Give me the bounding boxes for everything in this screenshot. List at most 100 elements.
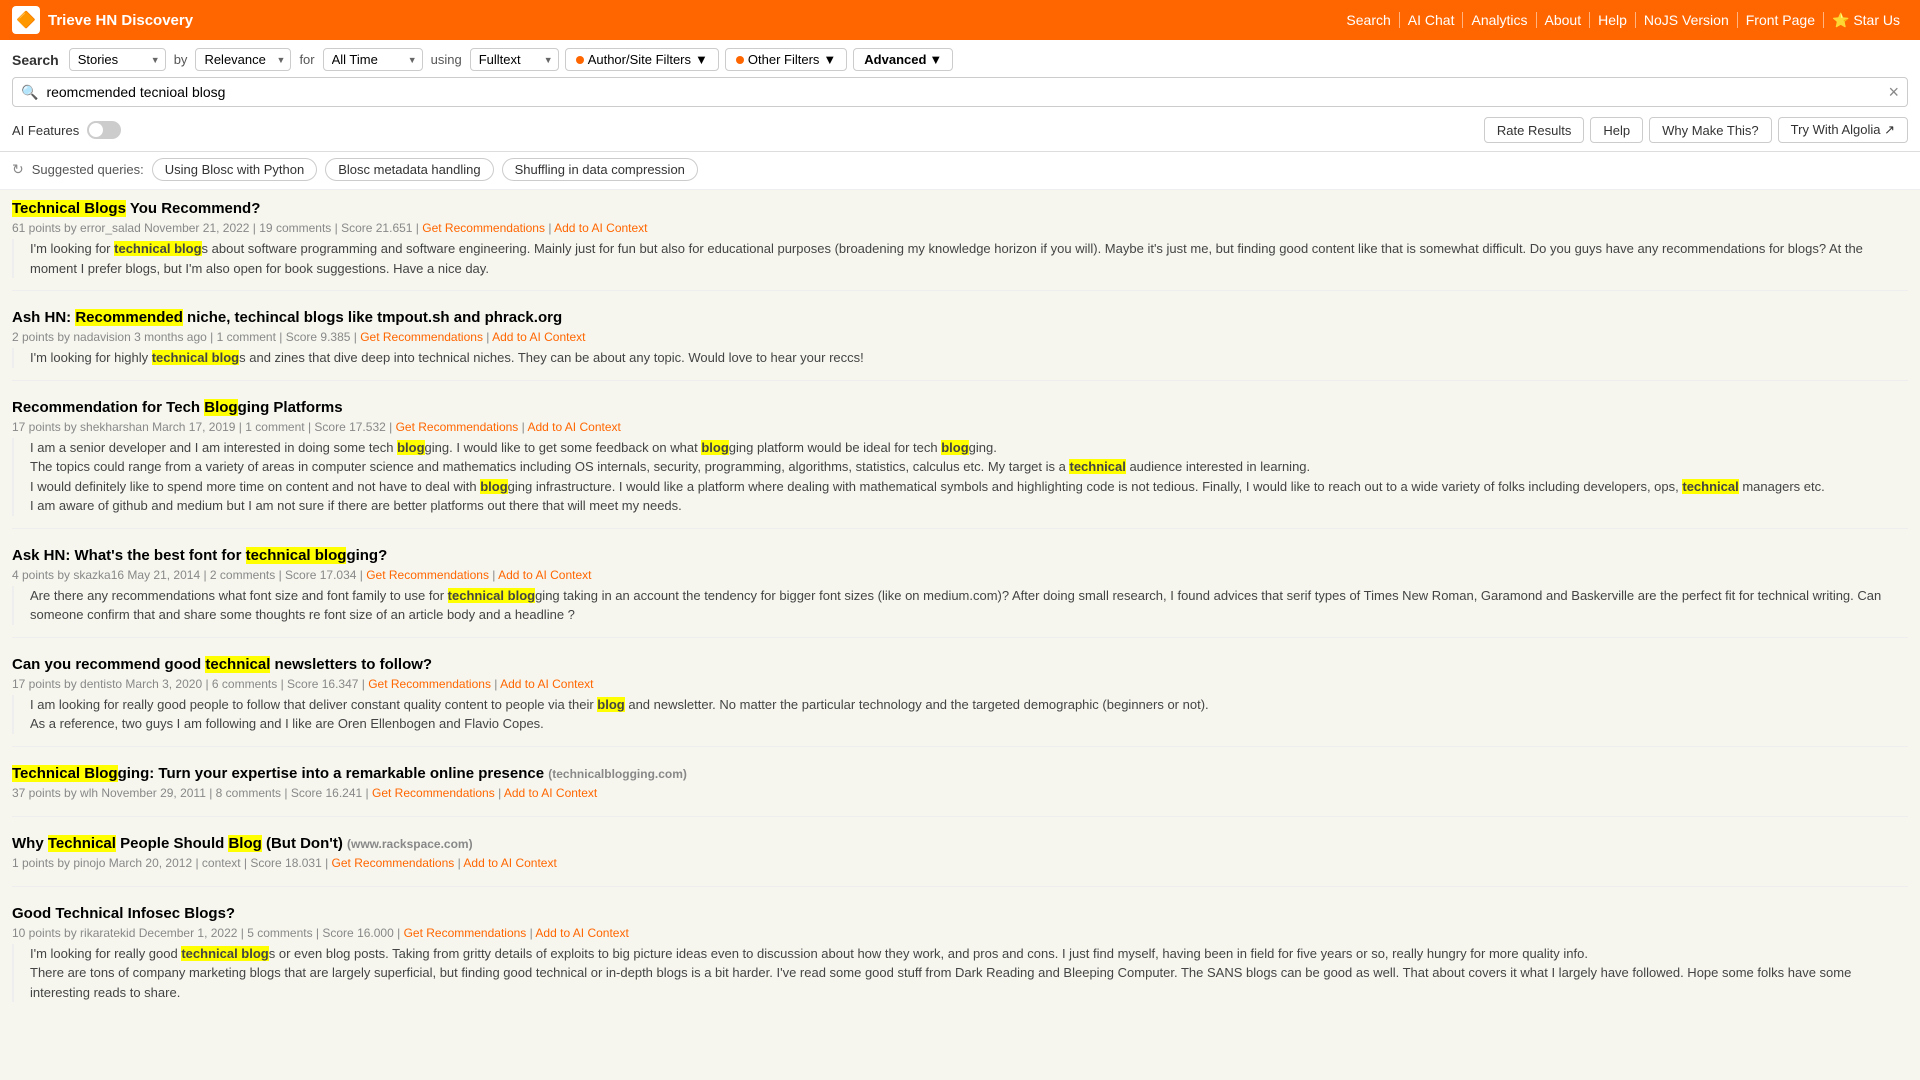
result-title[interactable]: Recommendation for Tech Blogging Platfor…	[12, 397, 1908, 418]
time-select-wrapper[interactable]: All Time Past Day Past Week Past Month P…	[323, 48, 423, 71]
advanced-button[interactable]: Advanced ▼	[853, 48, 953, 71]
other-filter-button[interactable]: Other Filters ▼	[725, 48, 847, 71]
result-title[interactable]: Ash HN: Recommended niche, techincal blo…	[12, 307, 1908, 328]
get-recommendations-link[interactable]: Get Recommendations	[404, 926, 527, 940]
result-item: Good Technical Infosec Blogs? 10 points …	[12, 903, 1908, 1015]
ai-features-toggle[interactable]	[87, 121, 121, 139]
time-select[interactable]: All Time Past Day Past Week Past Month P…	[323, 48, 423, 71]
nav-about[interactable]: About	[1537, 12, 1591, 28]
ai-features-label: AI Features	[12, 123, 79, 138]
author-filter-button[interactable]: Author/Site Filters ▼	[565, 48, 719, 71]
search-type-select[interactable]: Fulltext Semantic Hybrid	[470, 48, 559, 71]
other-filter-chevron: ▼	[823, 52, 836, 67]
search-input[interactable]	[42, 82, 1888, 102]
type-select[interactable]: Stories Comments	[69, 48, 166, 71]
advanced-label: Advanced	[864, 52, 926, 67]
result-body: I'm looking for highly technical blogs a…	[12, 348, 1908, 368]
result-link[interactable]: Good Technical Infosec Blogs?	[12, 905, 235, 922]
result-title[interactable]: Ask HN: What's the best font for technic…	[12, 545, 1908, 566]
get-recommendations-link[interactable]: Get Recommendations	[332, 856, 455, 870]
add-ai-context-link[interactable]: Add to AI Context	[527, 420, 620, 434]
add-ai-context-link[interactable]: Add to AI Context	[492, 330, 585, 344]
result-link[interactable]: Technical Blogs You Recommend?	[12, 200, 260, 217]
header: 🔶 Trieve HN Discovery Search AI Chat Ana…	[0, 0, 1920, 40]
refresh-icon[interactable]: ↻	[12, 161, 24, 178]
search-icon: 🔍	[21, 84, 38, 101]
result-link[interactable]: Technical Blogging: Turn your expertise …	[12, 765, 687, 782]
type-select-wrapper[interactable]: Stories Comments	[69, 48, 166, 71]
help-button[interactable]: Help	[1590, 117, 1643, 143]
result-meta: 37 points by wlh November 29, 2011 | 8 c…	[12, 786, 1908, 800]
result-body: I'm looking for technical blogs about so…	[12, 239, 1908, 278]
nav-starus[interactable]: ⭐ Star Us	[1824, 12, 1908, 29]
nav-search[interactable]: Search	[1338, 12, 1399, 28]
algolia-button[interactable]: Try With Algolia ↗	[1778, 117, 1908, 143]
why-button[interactable]: Why Make This?	[1649, 117, 1772, 143]
result-title[interactable]: Technical Blogs You Recommend?	[12, 198, 1908, 219]
author-filter-dot	[576, 56, 584, 64]
search-controls: Search Stories Comments by Relevance Dat…	[12, 48, 1908, 77]
ai-row: AI Features Rate Results Help Why Make T…	[12, 113, 1908, 151]
result-title[interactable]: Can you recommend good technical newslet…	[12, 654, 1908, 675]
result-body: I'm looking for really good technical bl…	[12, 944, 1908, 1003]
result-title[interactable]: Technical Blogging: Turn your expertise …	[12, 763, 1908, 784]
add-ai-context-link[interactable]: Add to AI Context	[504, 786, 597, 800]
result-body: I am a senior developer and I am interes…	[12, 438, 1908, 516]
result-body: Are there any recommendations what font …	[12, 586, 1908, 625]
logo-text: Trieve HN Discovery	[48, 12, 193, 29]
logo[interactable]: 🔶 Trieve HN Discovery	[12, 6, 193, 34]
sort-select-wrapper[interactable]: Relevance Date Points	[195, 48, 291, 71]
result-title[interactable]: Good Technical Infosec Blogs?	[12, 903, 1908, 924]
nav-ai-chat[interactable]: AI Chat	[1400, 12, 1464, 28]
get-recommendations-link[interactable]: Get Recommendations	[360, 330, 483, 344]
nav-nojs[interactable]: NoJS Version	[1636, 12, 1738, 28]
result-link[interactable]: Why Technical People Should Blog (But Do…	[12, 835, 473, 852]
add-ai-context-link[interactable]: Add to AI Context	[463, 856, 556, 870]
get-recommendations-link[interactable]: Get Recommendations	[368, 677, 491, 691]
get-recommendations-link[interactable]: Get Recommendations	[372, 786, 495, 800]
result-item: Ask HN: What's the best font for technic…	[12, 545, 1908, 638]
results: Technical Blogs You Recommend? 61 points…	[0, 190, 1920, 1038]
add-ai-context-link[interactable]: Add to AI Context	[535, 926, 628, 940]
result-item: Technical Blogs You Recommend? 61 points…	[12, 198, 1908, 291]
nav-frontpage[interactable]: Front Page	[1738, 12, 1824, 28]
rate-results-button[interactable]: Rate Results	[1484, 117, 1584, 143]
result-item: Can you recommend good technical newslet…	[12, 654, 1908, 747]
other-filter-dot	[736, 56, 744, 64]
get-recommendations-link[interactable]: Get Recommendations	[422, 221, 545, 235]
result-meta: 17 points by dentisto March 3, 2020 | 6 …	[12, 677, 1908, 691]
using-label: using	[431, 52, 462, 67]
get-recommendations-link[interactable]: Get Recommendations	[366, 568, 489, 582]
result-meta: 1 points by pinojo March 20, 2012 | cont…	[12, 856, 1908, 870]
result-link[interactable]: Recommendation for Tech Blogging Platfor…	[12, 399, 343, 416]
suggestion-chip-0[interactable]: Using Blosc with Python	[152, 158, 317, 181]
suggested-label: Suggested queries:	[32, 162, 144, 177]
result-link[interactable]: Ash HN: Recommended niche, techincal blo…	[12, 309, 562, 326]
search-type-select-wrapper[interactable]: Fulltext Semantic Hybrid	[470, 48, 559, 71]
get-recommendations-link[interactable]: Get Recommendations	[396, 420, 519, 434]
clear-search-button[interactable]: ×	[1888, 83, 1899, 101]
sort-select[interactable]: Relevance Date Points	[195, 48, 291, 71]
add-ai-context-link[interactable]: Add to AI Context	[554, 221, 647, 235]
header-nav: Search AI Chat Analytics About Help NoJS…	[1338, 12, 1908, 29]
result-meta: 17 points by shekharshan March 17, 2019 …	[12, 420, 1908, 434]
add-ai-context-link[interactable]: Add to AI Context	[498, 568, 591, 582]
suggestion-chip-1[interactable]: Blosc metadata handling	[325, 158, 493, 181]
result-link[interactable]: Can you recommend good technical newslet…	[12, 656, 432, 673]
add-ai-context-link[interactable]: Add to AI Context	[500, 677, 593, 691]
result-meta: 4 points by skazka16 May 21, 2014 | 2 co…	[12, 568, 1908, 582]
result-link[interactable]: Ask HN: What's the best font for technic…	[12, 547, 387, 564]
result-item: Ash HN: Recommended niche, techincal blo…	[12, 307, 1908, 381]
ai-features: AI Features	[12, 121, 121, 139]
advanced-chevron: ▼	[929, 52, 942, 67]
result-meta: 61 points by error_salad November 21, 20…	[12, 221, 1908, 235]
by-label: by	[174, 52, 188, 67]
search-area: Search Stories Comments by Relevance Dat…	[0, 40, 1920, 152]
nav-analytics[interactable]: Analytics	[1463, 12, 1536, 28]
result-title[interactable]: Why Technical People Should Blog (But Do…	[12, 833, 1908, 854]
other-filter-label: Other Filters	[748, 52, 820, 67]
suggestion-chip-2[interactable]: Shuffling in data compression	[502, 158, 698, 181]
nav-help[interactable]: Help	[1590, 12, 1636, 28]
author-filter-chevron: ▼	[695, 52, 708, 67]
search-label: Search	[12, 52, 59, 68]
